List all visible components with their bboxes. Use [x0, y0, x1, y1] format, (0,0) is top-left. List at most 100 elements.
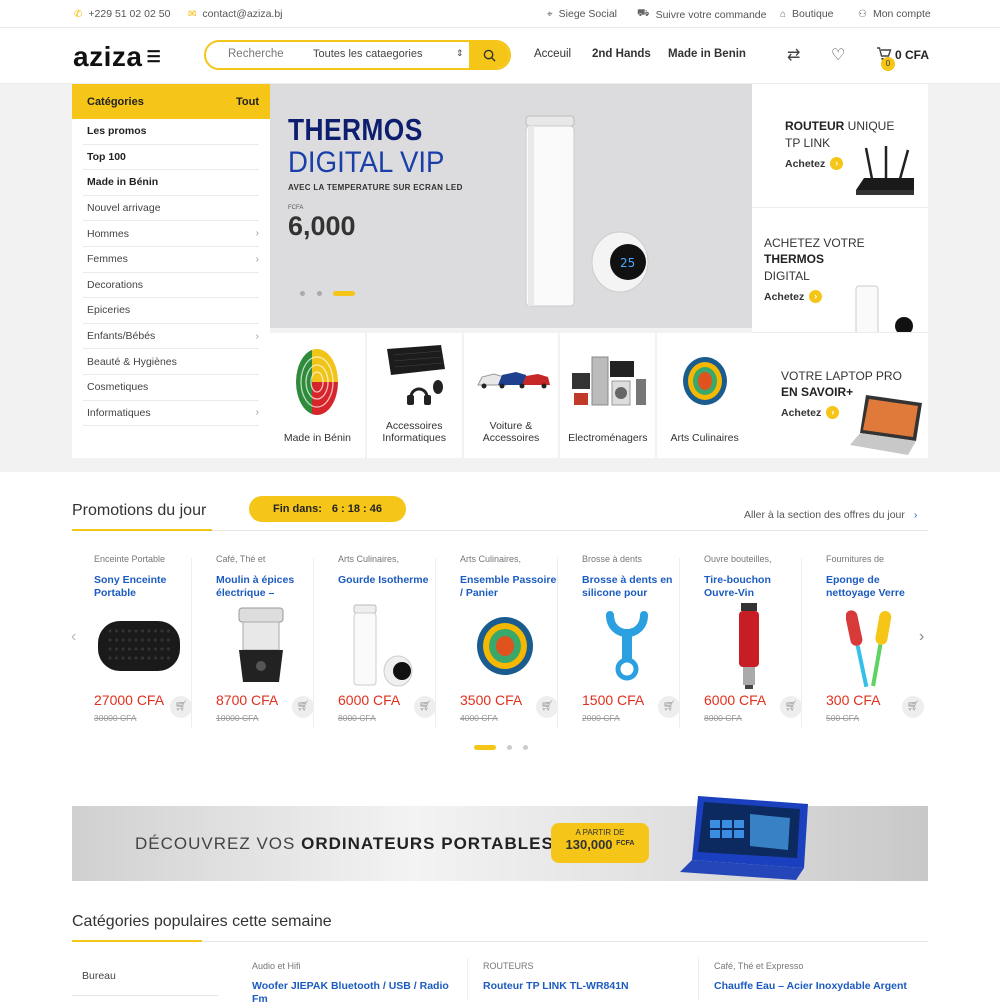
thermos-image: 25: [525, 115, 649, 307]
product-price: 3500 CFA: [460, 692, 523, 708]
product-name[interactable]: Tire-bouchon Ouvre-Vin: [704, 574, 804, 600]
slide-dot-1[interactable]: [300, 291, 305, 296]
search-button[interactable]: [469, 42, 509, 68]
tile-kitchen[interactable]: Arts Culinaires: [657, 333, 752, 458]
siege-social-label: Siege Social: [558, 8, 618, 20]
thermos-ad[interactable]: ACHETEZ VOTRE THERMOS DIGITAL Achetez ›: [752, 208, 928, 333]
add-to-cart-button[interactable]: 🛒︎: [658, 696, 680, 718]
thermos-ad-cta[interactable]: Achetez ›: [764, 290, 823, 303]
add-to-cart-button[interactable]: 🛒︎: [414, 696, 436, 718]
siege-social-link[interactable]: ⌖ Siege Social: [547, 8, 617, 20]
category-item[interactable]: Informatiques ›: [83, 401, 259, 427]
track-order-link[interactable]: ⛟ Suivre votre commande: [637, 8, 766, 21]
compare-icon[interactable]: ⇄: [787, 45, 800, 65]
slide-dot-2[interactable]: [317, 291, 322, 296]
thermos-ad-l1: ACHETEZ VOTRE: [764, 236, 865, 250]
add-to-cart-button[interactable]: 🛒︎: [780, 696, 802, 718]
product-name[interactable]: Brosse à dents en silicone pour: [582, 574, 682, 600]
carousel-dot-1[interactable]: [474, 745, 496, 750]
category-item[interactable]: Top 100: [83, 145, 259, 171]
promotions-title: Promotions du jour: [72, 502, 207, 519]
tile-computer-accessories[interactable]: Accessoires Informatiques: [366, 333, 462, 458]
cart-total[interactable]: 0 CFA: [895, 48, 929, 62]
shop-link[interactable]: ⌂ Boutique: [780, 8, 834, 20]
category-item[interactable]: Femmes ›: [83, 247, 259, 273]
category-item[interactable]: Epiceries: [83, 298, 259, 324]
product-card[interactable]: Arts Culinaires, Ensemble Passoire / Pani…: [438, 548, 558, 728]
logo[interactable]: aziza ☰: [73, 41, 161, 73]
product-image[interactable]: [338, 604, 428, 688]
daily-offers-link[interactable]: Aller à la section des offres du jour ›: [744, 509, 917, 521]
add-to-cart-button[interactable]: 🛒︎: [170, 696, 192, 718]
nav-made-in-benin[interactable]: Made in Benin: [668, 48, 746, 60]
product-card[interactable]: Brosse à dents Brosse à dents en silicone…: [560, 548, 680, 728]
add-to-cart-button[interactable]: 🛒︎: [536, 696, 558, 718]
product-name[interactable]: Ensemble Passoire / Panier: [460, 574, 560, 600]
popular-item-name[interactable]: Woofer JIEPAK Bluetooth / USB / Radio Fm: [252, 980, 452, 1006]
popular-item-name[interactable]: Routeur TP LINK TL-WR841N: [483, 980, 683, 993]
laptop-ad-l2: EN SAVOIR+: [781, 385, 854, 399]
laptops-banner[interactable]: DÉCOUVREZ VOS ORDINATEURS PORTABLES A PA…: [72, 796, 928, 881]
product-name[interactable]: Sony Enceinte Portable: [94, 574, 194, 600]
timer-label: Fin dans:: [272, 503, 322, 515]
router-ad-cta[interactable]: Achetez ›: [785, 157, 844, 170]
category-select[interactable]: Toutes les cataegories: [313, 48, 422, 60]
product-image[interactable]: [216, 604, 306, 688]
category-label: Nouvel arrivage: [87, 202, 161, 215]
category-item[interactable]: Nouvel arrivage: [83, 196, 259, 222]
product-separator: [679, 558, 680, 728]
tile-appliances[interactable]: Electroménagers: [560, 333, 656, 458]
thermos-ad-l3: DIGITAL: [764, 269, 810, 283]
nav-accueil[interactable]: Acceuil: [534, 48, 571, 60]
laptop-ad-cta[interactable]: Achetez ›: [781, 406, 840, 419]
product-card[interactable]: Fournitures de Eponge de nettoyage Verre 3…: [804, 548, 924, 728]
router-ad[interactable]: ROUTEUR UNIQUE TP LINK Achetez ›: [752, 84, 928, 208]
router-ad-title-b: UNIQUE: [844, 119, 895, 133]
product-old-price: 8000 CFA: [704, 713, 742, 723]
category-item[interactable]: Cosmetiques: [83, 375, 259, 401]
add-to-cart-button[interactable]: 🛒︎: [292, 696, 314, 718]
product-image[interactable]: [94, 604, 184, 688]
category-item[interactable]: Hommes ›: [83, 221, 259, 247]
product-image[interactable]: [460, 604, 550, 688]
category-item[interactable]: Enfants/Bébés ›: [83, 324, 259, 350]
category-item[interactable]: Made in Bénin: [83, 170, 259, 196]
product-card[interactable]: Enceinte Portable Sony Enceinte Portable 2…: [72, 548, 192, 728]
slide-dot-3[interactable]: [333, 291, 355, 296]
category-item[interactable]: Beauté & Hygiènes: [83, 349, 259, 375]
phone-number: +229 51 02 02 50: [88, 8, 171, 20]
category-item[interactable]: Decorations: [83, 273, 259, 299]
countdown-timer: Fin dans: 6 : 18 : 46: [249, 496, 406, 522]
product-image[interactable]: [704, 603, 794, 689]
nav-2nd-hands[interactable]: 2nd Hands: [592, 48, 651, 60]
product-card[interactable]: Ouvre bouteilles, Tire-bouchon Ouvre-Vin 6…: [682, 548, 802, 728]
tile-made-in-benin[interactable]: Made in Bénin: [270, 333, 365, 458]
hero-slider[interactable]: THERMOS DIGITAL VIP AVEC LA TEMPERATURE …: [270, 84, 752, 328]
account-link[interactable]: ⚇ Mon compte: [858, 8, 931, 20]
carousel-dot-2[interactable]: [507, 745, 512, 750]
search-input[interactable]: Recherche: [228, 48, 284, 60]
product-name[interactable]: Eponge de nettoyage Verre: [826, 574, 926, 600]
categories-all-link[interactable]: Tout: [236, 96, 259, 108]
popular-item-cat: Audio et Hifi: [252, 961, 301, 971]
laptop-ad[interactable]: VOTRE LAPTOP PRO EN SAVOIR+ Achetez ›: [752, 333, 928, 458]
popular-item-name[interactable]: Chauffe Eau – Acier Inoxydable Argent: [714, 980, 914, 993]
popular-side-item[interactable]: Bureau: [72, 970, 218, 996]
product-image[interactable]: [582, 604, 672, 688]
cart-plus-icon: 🛒︎: [784, 701, 798, 712]
product-price: 27000 CFA: [94, 692, 165, 708]
email-link[interactable]: ✉ contact@aziza.bj: [188, 8, 283, 20]
add-to-cart-button[interactable]: 🛒︎: [902, 696, 924, 718]
phone-link[interactable]: ✆ +229 51 02 02 50: [74, 8, 170, 20]
product-card[interactable]: Arts Culinaires, Gourde Isotherme 6000 CFA…: [316, 548, 436, 728]
product-name[interactable]: Moulin à épices électrique –: [216, 574, 316, 600]
carousel-dot-3[interactable]: [523, 745, 528, 750]
menu-icon[interactable]: ☰: [146, 49, 161, 66]
product-name[interactable]: Gourde Isotherme: [338, 574, 438, 587]
category-item[interactable]: Les promos: [83, 119, 259, 145]
tile-cars[interactable]: Voiture & Accessoires: [463, 333, 559, 458]
product-image[interactable]: [826, 604, 916, 688]
heart-icon[interactable]: ♡: [831, 45, 845, 65]
product-card[interactable]: Café, Thé et Moulin à épices électrique –…: [194, 548, 314, 728]
carousel-next-icon[interactable]: ›: [919, 628, 924, 646]
